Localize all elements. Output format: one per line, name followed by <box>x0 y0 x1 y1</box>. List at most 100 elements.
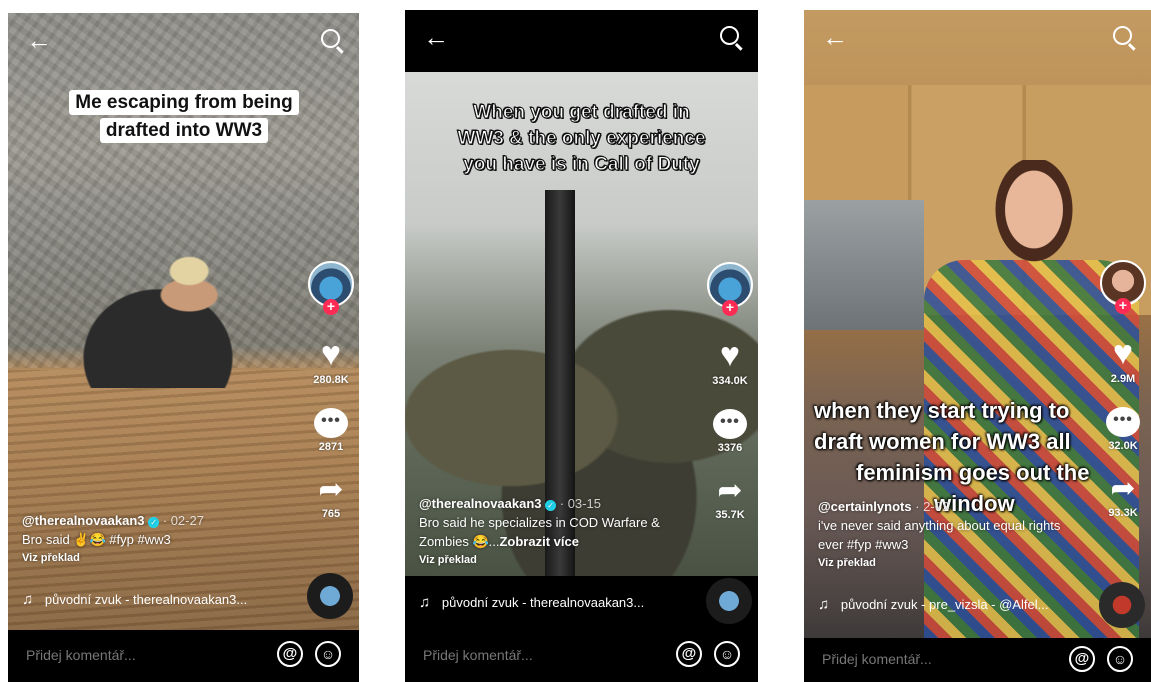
mention-icon[interactable]: @ <box>277 641 303 667</box>
emoji-icon[interactable]: ☺ <box>714 641 740 667</box>
verified-badge-icon: ✓ <box>545 500 557 511</box>
like-count: 280.8K <box>313 374 349 386</box>
caption-line: feminism goes out the <box>856 460 1090 485</box>
creator-avatar[interactable]: + <box>707 262 753 316</box>
share-arrow-icon[interactable]: ➦ <box>303 475 359 505</box>
like-count: 334.0K <box>712 375 748 387</box>
video-description: Bro said ✌️😂 #fyp #ww3 <box>22 532 171 547</box>
video-caption: When you get drafted in WW3 & the only e… <box>435 100 728 178</box>
comment-count: 2871 <box>318 441 344 453</box>
translate-link[interactable]: Viz překlad <box>419 551 699 570</box>
video-caption: Me escaping from being drafted into WW3 <box>58 89 310 145</box>
share-button[interactable]: ➦ 765 <box>303 475 359 521</box>
share-count: 765 <box>321 508 341 520</box>
back-arrow-icon[interactable]: ← <box>26 27 52 53</box>
comment-bar: Přidej komentář... @ ☺ <box>8 630 359 682</box>
follow-plus-icon[interactable]: + <box>1115 298 1131 314</box>
caption-line: When you get drafted in <box>473 102 690 124</box>
video-meta: @therealnovaakan3 ✓ · 03-15 Bro said he … <box>419 494 699 570</box>
comment-count: 32.0K <box>1108 440 1138 452</box>
caption-line: WW3 & the only experience <box>457 128 706 150</box>
follow-plus-icon[interactable]: + <box>722 300 738 316</box>
action-rail: + ♥ 280.8K ••• 2871 ➦ 765 <box>303 261 359 520</box>
back-arrow-icon[interactable]: ← <box>423 24 449 50</box>
search-icon[interactable] <box>718 24 744 50</box>
caption-line: draft women for WW3 all <box>814 429 1071 454</box>
sound-name[interactable]: původní zvuk - pre_vizsla - @Alfel... <box>841 597 1049 612</box>
mention-icon[interactable]: @ <box>676 641 702 667</box>
username-link[interactable]: @therealnovaakan3 <box>22 513 145 528</box>
person-hanging <box>28 238 288 388</box>
microwave <box>804 200 924 330</box>
caption-line: drafted into WW3 <box>99 118 269 143</box>
creator-avatar[interactable]: + <box>308 261 354 315</box>
share-arrow-icon[interactable]: ➦ <box>1095 474 1151 504</box>
comment-button[interactable]: ••• 32.0K <box>1095 407 1151 452</box>
video-meta: @certainlynots · 2-02 i've never said an… <box>818 497 1078 573</box>
follow-plus-icon[interactable]: + <box>323 299 339 315</box>
comment-button[interactable]: ••• 3376 <box>702 409 758 454</box>
like-button[interactable]: ♥ 334.0K <box>702 338 758 387</box>
video-meta: @therealnovaakan3 ✓ · 02-27 Bro said ✌️😂… <box>22 511 302 568</box>
top-bar <box>405 10 758 72</box>
back-arrow-icon[interactable]: ← <box>822 24 848 50</box>
comment-button[interactable]: ••• 2871 <box>303 408 359 453</box>
caption-line: when they start trying to <box>814 398 1070 423</box>
action-rail: + ♥ 2.9M ••• 32.0K ➦ 93.3K <box>1095 260 1151 519</box>
post-date: · 2-02 <box>915 499 950 514</box>
sound-row[interactable]: ♫ původní zvuk - therealnovaakan3... <box>419 594 644 611</box>
heart-icon[interactable]: ♥ <box>1095 336 1151 370</box>
share-button[interactable]: ➦ 35.7K <box>702 476 758 522</box>
heart-icon[interactable]: ♥ <box>702 338 758 372</box>
username-link[interactable]: @therealnovaakan3 <box>419 496 542 511</box>
creator-avatar[interactable]: + <box>1100 260 1146 314</box>
action-rail: + ♥ 334.0K ••• 3376 ➦ 35.7K <box>702 262 758 521</box>
sound-row[interactable]: ♫ původní zvuk - pre_vizsla - @Alfel... <box>818 596 1048 613</box>
person-face <box>989 160 1079 270</box>
sound-disc-icon[interactable] <box>307 573 353 619</box>
sound-row[interactable]: ♫ původní zvuk - therealnovaakan3... <box>22 591 247 608</box>
sound-disc-icon[interactable] <box>1099 582 1145 628</box>
like-count: 2.9M <box>1110 373 1136 385</box>
video-panel-3[interactable]: ← when they start trying to draft women … <box>804 10 1151 682</box>
comment-bubble-icon[interactable]: ••• <box>314 408 348 438</box>
music-note-icon: ♫ <box>22 591 34 608</box>
share-count: 35.7K <box>715 509 745 521</box>
post-date: · 02-27 <box>162 513 204 528</box>
comment-input[interactable]: Přidej komentář... <box>423 647 533 663</box>
comment-bubble-icon[interactable]: ••• <box>1106 407 1140 437</box>
comment-count: 3376 <box>717 442 743 454</box>
share-count: 93.3K <box>1108 507 1138 519</box>
music-note-icon: ♫ <box>419 594 431 611</box>
video-panel-2[interactable]: ← When you get drafted in WW3 & the only… <box>405 10 758 682</box>
sound-name[interactable]: původní zvuk - therealnovaakan3... <box>442 595 644 610</box>
post-date: · 03-15 <box>559 496 601 511</box>
comment-input[interactable]: Přidej komentář... <box>822 651 932 667</box>
caption-line: Me escaping from being <box>69 90 299 115</box>
like-button[interactable]: ♥ 2.9M <box>1095 336 1151 385</box>
emoji-icon[interactable]: ☺ <box>1107 646 1133 672</box>
comment-bubble-icon[interactable]: ••• <box>713 409 747 439</box>
video-panel-1[interactable]: ← Me escaping from being drafted into WW… <box>8 13 359 682</box>
sound-disc-icon[interactable] <box>706 578 752 624</box>
emoji-icon[interactable]: ☺ <box>315 641 341 667</box>
verified-badge-icon: ✓ <box>148 517 160 528</box>
like-button[interactable]: ♥ 280.8K <box>303 337 359 386</box>
translate-link[interactable]: Viz překlad <box>818 554 1078 573</box>
show-more-link[interactable]: Zobrazit více <box>499 534 578 549</box>
share-arrow-icon[interactable]: ➦ <box>702 476 758 506</box>
share-button[interactable]: ➦ 93.3K <box>1095 474 1151 520</box>
username-link[interactable]: @certainlynots <box>818 499 912 514</box>
comment-bar: Přidej komentář... @ ☺ <box>804 638 1151 682</box>
sound-name[interactable]: původní zvuk - therealnovaakan3... <box>45 592 247 607</box>
search-icon[interactable] <box>1111 24 1137 50</box>
comment-input[interactable]: Přidej komentář... <box>26 647 136 663</box>
music-note-icon: ♫ <box>818 596 830 613</box>
caption-line: you have is in Call of Duty <box>463 154 701 176</box>
video-description: i've never said anything about equal rig… <box>818 518 1061 552</box>
heart-icon[interactable]: ♥ <box>303 337 359 371</box>
comment-bar: Přidej komentář... @ ☺ <box>405 630 758 682</box>
search-icon[interactable] <box>319 27 345 53</box>
mention-icon[interactable]: @ <box>1069 646 1095 672</box>
translate-link[interactable]: Viz překlad <box>22 549 302 568</box>
